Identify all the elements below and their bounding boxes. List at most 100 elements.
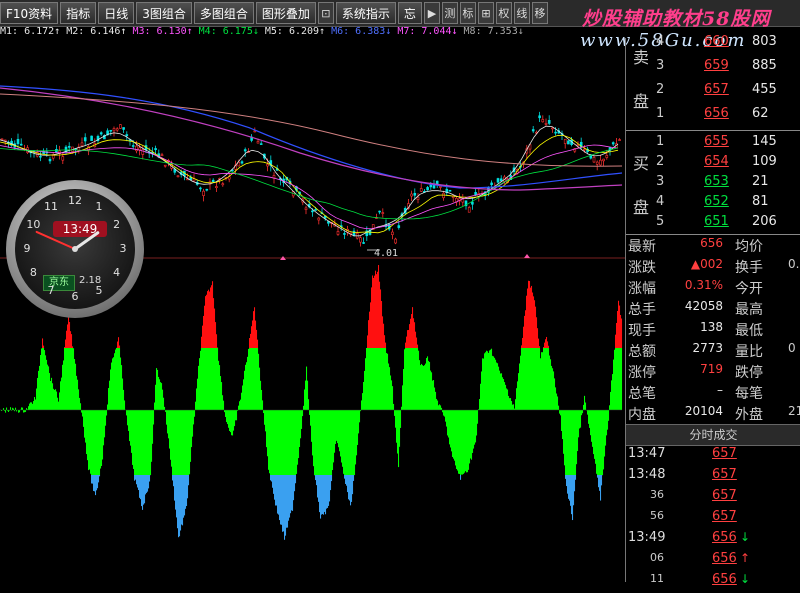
toolbar-button[interactable]: 日线 <box>98 2 134 24</box>
tick-time: 13:47 <box>628 446 665 461</box>
order-book-row[interactable]: 2 654 109 <box>656 154 800 173</box>
toolbar-icon-button[interactable]: 测 <box>442 2 458 24</box>
tick-time: 36 <box>650 488 664 501</box>
quote-label: 现手 <box>628 320 656 340</box>
ticks-header[interactable]: 分时成交 <box>626 424 800 446</box>
order-book-row[interactable]: 1 655 145 <box>656 134 800 153</box>
toolbar-button[interactable]: 忘 <box>398 2 422 24</box>
quote-row: 最新 656 均价 <box>628 236 800 256</box>
clock-number: 9 <box>19 242 35 255</box>
order-book-row[interactable]: 2 657 455 <box>656 82 800 101</box>
level-number: 3 <box>656 58 664 73</box>
clock-number: 4 <box>109 266 125 279</box>
quote-label: 最新 <box>628 236 656 256</box>
toolbar-icon-button[interactable]: 标 <box>460 2 476 24</box>
quote-label-2: 量比 <box>735 341 763 361</box>
quote-row: 涨幅 0.31% 今开 <box>628 278 800 298</box>
quote-value: – <box>717 383 723 397</box>
tick-time: 11 <box>650 572 664 585</box>
clock-number: 3 <box>115 242 131 255</box>
quote-value-2: 0 <box>788 341 796 355</box>
level-number: 3 <box>656 174 664 189</box>
quote-row: 内盘 20104 外盘 21 <box>628 404 800 424</box>
toolbar-button[interactable]: 系统指示 <box>336 2 396 24</box>
order-book-row[interactable]: 4 660 803 <box>656 34 800 53</box>
order-book-row[interactable]: 3 653 21 <box>656 174 800 193</box>
quote-value: 42058 <box>685 299 723 313</box>
quote-row: 涨停 719 跌停 <box>628 362 800 382</box>
ma-value: M8: 7.353↓ <box>464 26 524 37</box>
tick-time: 13:49 <box>628 530 665 545</box>
toolbar-icon-button[interactable]: 线 <box>514 2 530 24</box>
clock-number: 11 <box>43 200 59 213</box>
low-price-label: 4.01 <box>374 248 398 259</box>
tick-row[interactable]: 11 656 ↓ <box>628 572 800 593</box>
tick-row[interactable]: 36 657 <box>628 488 800 509</box>
quote-label-2: 每笔 <box>735 383 763 403</box>
quote-value-2: 0. <box>788 257 799 271</box>
level-volume: 109 <box>752 154 777 169</box>
toolbar-icon-button[interactable]: 移 <box>532 2 548 24</box>
toolbar-button[interactable]: F10资料 <box>0 2 58 24</box>
level-price: 652 <box>704 194 729 209</box>
toolbar-icon-button[interactable]: 权 <box>496 2 512 24</box>
order-book-row[interactable]: 1 656 62 <box>656 106 800 125</box>
level-price: 657 <box>704 82 729 97</box>
quote-row: 现手 138 最低 <box>628 320 800 340</box>
order-book-row[interactable]: 5 651 206 <box>656 214 800 233</box>
quote-label: 涨停 <box>628 362 656 382</box>
clock-widget[interactable]: 13:49 京东 2.18 121234567891011 <box>6 180 144 318</box>
tick-arrow-icon: ↑ <box>740 551 750 565</box>
tick-price: 656 <box>712 551 737 566</box>
clock-number: 1 <box>91 200 107 213</box>
quote-label: 总笔 <box>628 383 656 403</box>
quote-label: 内盘 <box>628 404 656 424</box>
clock-number: 5 <box>91 284 107 297</box>
lock-icon[interactable]: ⊡ <box>318 2 334 24</box>
quote-value: 20104 <box>685 404 723 418</box>
quote-value: 2773 <box>692 341 723 355</box>
buy-label-top: 买 <box>626 150 656 174</box>
quote-row: 涨跌 ▲002 换手 0. <box>628 257 800 277</box>
ma-value: M6: 6.383↓ <box>331 26 391 37</box>
ma-value: M3: 6.130↑ <box>132 26 192 37</box>
toolbar-button[interactable]: 图形叠加 <box>256 2 316 24</box>
buy-label-bottom: 盘 <box>626 194 656 218</box>
quote-divider <box>626 234 800 235</box>
order-book-row[interactable]: 4 652 81 <box>656 194 800 213</box>
level-number: 4 <box>656 34 664 49</box>
quote-row: 总笔 – 每笔 <box>628 383 800 403</box>
level-number: 1 <box>656 134 664 149</box>
quote-label-2: 换手 <box>735 257 763 277</box>
level-price: 653 <box>704 174 729 189</box>
quote-label: 涨跌 <box>628 257 656 277</box>
tick-arrow-icon: ↓ <box>740 530 750 544</box>
quote-label-2: 最低 <box>735 320 763 340</box>
tick-row[interactable]: 56 657 <box>628 509 800 530</box>
tick-row[interactable]: 06 656 ↑ <box>628 551 800 572</box>
toolbar-icon-button[interactable]: ▶ <box>424 2 440 24</box>
tick-row[interactable]: 13:49 656 ↓ <box>628 530 800 551</box>
quote-value-2: 21 <box>788 404 800 418</box>
level-number: 2 <box>656 82 664 97</box>
tick-row[interactable]: 13:47 657 <box>628 446 800 467</box>
ma-value: M2: 6.146↑ <box>66 26 126 37</box>
level-volume: 21 <box>752 174 769 189</box>
toolbar-icon-button[interactable]: ⊞ <box>478 2 494 24</box>
quote-value: 0.31% <box>685 278 723 292</box>
level-volume: 145 <box>752 134 777 149</box>
quote-value: 719 <box>700 362 723 376</box>
order-book-row[interactable]: 3 659 885 <box>656 58 800 77</box>
quote-row: 总额 2773 量比 0 <box>628 341 800 361</box>
quote-label-2: 均价 <box>735 236 763 256</box>
quote-label: 总额 <box>628 341 656 361</box>
tick-price: 657 <box>712 446 737 461</box>
tick-row[interactable]: 13:48 657 <box>628 467 800 488</box>
toolbar-button[interactable]: 3图组合 <box>136 2 192 24</box>
tick-arrow-icon: ↓ <box>740 572 750 586</box>
toolbar-button[interactable]: 指标 <box>60 2 96 24</box>
clock-number: 10 <box>25 218 41 231</box>
toolbar-button[interactable]: 多图组合 <box>194 2 254 24</box>
quote-label-2: 最高 <box>735 299 763 319</box>
tick-price: 656 <box>712 572 737 587</box>
